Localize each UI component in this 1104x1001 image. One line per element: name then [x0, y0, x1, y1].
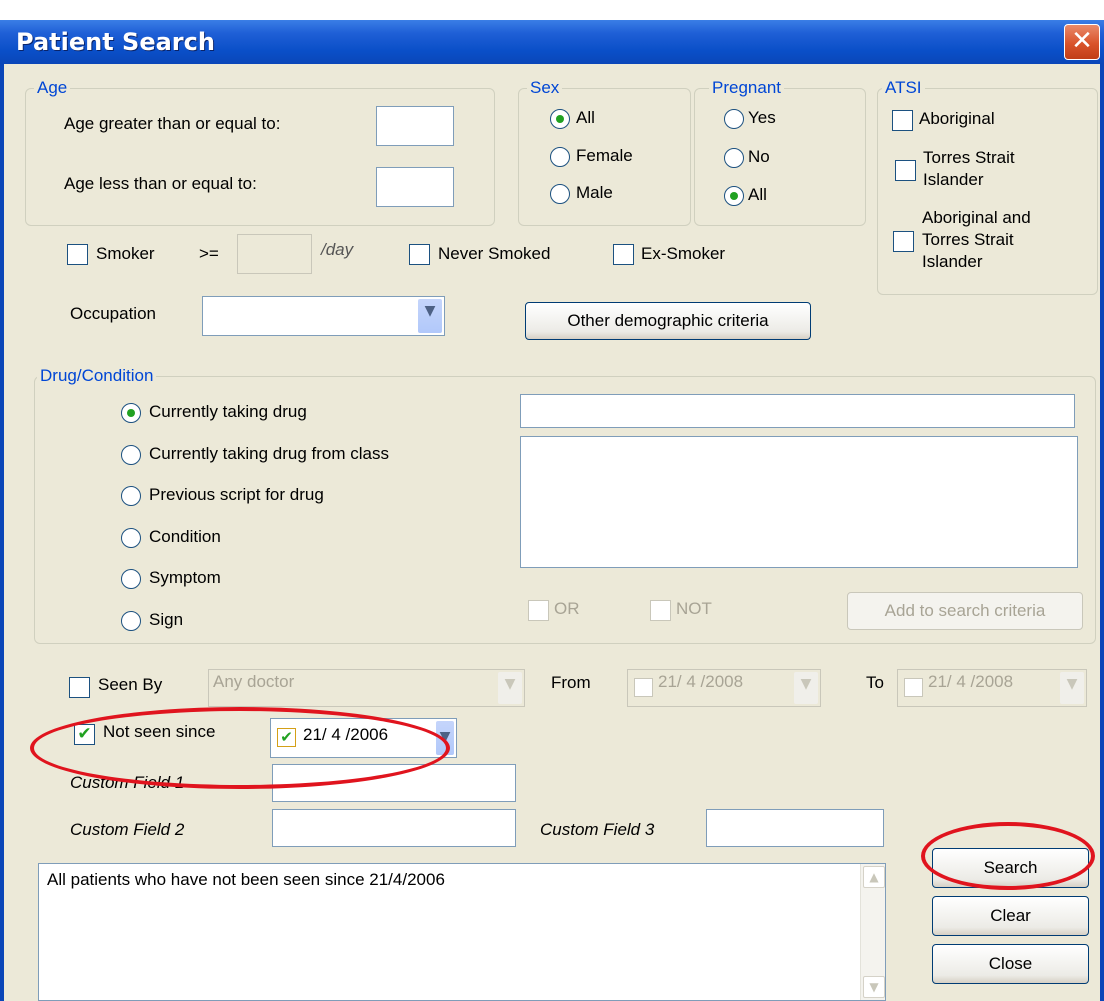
- chevron-down-icon[interactable]: ▼: [794, 672, 818, 704]
- or-checkbox[interactable]: [528, 600, 549, 621]
- atsi-aboriginal-checkbox[interactable]: [892, 110, 913, 131]
- seen-by-label: Seen By: [98, 675, 163, 694]
- summary-scrollbar[interactable]: ▲ ▼: [860, 864, 885, 1000]
- to-label: To: [866, 673, 884, 692]
- chevron-down-icon[interactable]: ▼: [418, 299, 442, 333]
- highlight-ring-search: [921, 822, 1095, 890]
- from-date-picker[interactable]: 21/ 4 /2008 ▼: [627, 669, 821, 707]
- pregnant-all-radio[interactable]: [724, 186, 744, 206]
- ex-smoker-checkbox[interactable]: [613, 244, 634, 265]
- to-date-picker[interactable]: 21/ 4 /2008 ▼: [897, 669, 1087, 707]
- search-summary-box[interactable]: All patients who have not been seen sinc…: [38, 863, 886, 1001]
- atsi-both-checkbox[interactable]: [893, 231, 914, 252]
- not-label: NOT: [676, 599, 712, 618]
- chevron-down-icon[interactable]: ▼: [498, 672, 522, 704]
- drug-class-radio[interactable]: [121, 445, 141, 465]
- dialog-body: Age Age greater than or equal to: Age le…: [0, 64, 1104, 1001]
- drug-current-label: Currently taking drug: [149, 402, 307, 421]
- scroll-up-icon[interactable]: ▲: [863, 866, 885, 888]
- atsi-torres-label-2: Islander: [923, 170, 984, 189]
- or-label: OR: [554, 599, 580, 618]
- pregnant-group-label: Pregnant: [709, 78, 784, 98]
- scroll-down-icon[interactable]: ▼: [863, 976, 885, 998]
- per-day-label: /day: [321, 240, 354, 259]
- to-date-value: 21/ 4 /2008: [928, 672, 1014, 691]
- seen-by-doctor-select[interactable]: Any doctor ▼: [208, 669, 525, 707]
- atsi-torres-label-1: Torres Strait: [923, 148, 1015, 167]
- not-checkbox[interactable]: [650, 600, 671, 621]
- sex-group-label: Sex: [527, 78, 563, 98]
- sex-male-radio[interactable]: [550, 184, 570, 204]
- clear-button[interactable]: Clear: [932, 896, 1089, 936]
- from-date-value: 21/ 4 /2008: [658, 672, 744, 691]
- title-bar: Patient Search ✕: [0, 20, 1104, 64]
- close-button[interactable]: Close: [932, 944, 1089, 984]
- seen-by-checkbox[interactable]: [69, 677, 90, 698]
- pregnant-all-label: All: [748, 185, 767, 204]
- smoker-checkbox[interactable]: [67, 244, 88, 265]
- pregnant-yes-label: Yes: [748, 108, 776, 127]
- drug-current-radio[interactable]: [121, 403, 141, 423]
- drug-previous-radio[interactable]: [121, 486, 141, 506]
- condition-radio[interactable]: [121, 528, 141, 548]
- search-summary-text: All patients who have not been seen sinc…: [47, 870, 445, 889]
- other-demographic-button[interactable]: Other demographic criteria: [525, 302, 811, 340]
- symptom-radio[interactable]: [121, 569, 141, 589]
- age-group-label: Age: [34, 78, 71, 98]
- cigarettes-per-day-input[interactable]: [237, 234, 312, 274]
- chevron-down-icon[interactable]: ▼: [1060, 672, 1084, 704]
- custom-field-3-label: Custom Field 3: [540, 820, 655, 839]
- sex-female-radio[interactable]: [550, 147, 570, 167]
- never-smoked-label: Never Smoked: [438, 244, 551, 263]
- seen-by-doctor-value: Any doctor: [213, 672, 295, 691]
- close-window-icon[interactable]: ✕: [1064, 24, 1100, 60]
- occupation-label: Occupation: [70, 304, 156, 323]
- smoker-label: Smoker: [96, 244, 155, 263]
- condition-label: Condition: [149, 527, 221, 546]
- add-to-search-criteria-button[interactable]: Add to search criteria: [847, 592, 1083, 630]
- window-title: Patient Search: [16, 28, 215, 56]
- drug-condition-label: Drug/Condition: [37, 366, 157, 386]
- age-lte-input[interactable]: [376, 167, 454, 207]
- sign-radio[interactable]: [121, 611, 141, 631]
- never-smoked-checkbox[interactable]: [409, 244, 430, 265]
- pregnant-no-radio[interactable]: [724, 148, 744, 168]
- atsi-aboriginal-label: Aboriginal: [919, 109, 995, 128]
- pregnant-yes-radio[interactable]: [724, 109, 744, 129]
- occupation-select[interactable]: ▼: [202, 296, 445, 336]
- sex-all-label: All: [576, 108, 595, 127]
- atsi-both-label-3: Islander: [922, 252, 983, 271]
- sex-all-radio[interactable]: [550, 109, 570, 129]
- age-gte-input[interactable]: [376, 106, 454, 146]
- custom-field-3-input[interactable]: [706, 809, 884, 847]
- from-date-checkbox[interactable]: [634, 678, 653, 697]
- atsi-both-label-1: Aboriginal and: [922, 208, 1031, 227]
- from-label: From: [551, 673, 591, 692]
- atsi-torres-checkbox[interactable]: [895, 160, 916, 181]
- highlight-ring-not-seen: [30, 707, 450, 789]
- smoker-gte-symbol: >=: [199, 244, 219, 263]
- age-lte-label: Age less than or equal to:: [64, 174, 257, 193]
- drug-search-input[interactable]: [520, 394, 1075, 428]
- ex-smoker-label: Ex-Smoker: [641, 244, 726, 263]
- sign-label: Sign: [149, 610, 184, 629]
- atsi-both-label-2: Torres Strait: [922, 230, 1014, 249]
- sex-male-label: Male: [576, 183, 613, 202]
- drug-previous-label: Previous script for drug: [149, 485, 324, 504]
- atsi-group-label: ATSI: [882, 78, 925, 98]
- drug-class-label: Currently taking drug from class: [149, 444, 389, 463]
- drug-results-list[interactable]: [520, 436, 1078, 568]
- custom-field-2-label: Custom Field 2: [70, 820, 185, 839]
- custom-field-2-input[interactable]: [272, 809, 516, 847]
- symptom-label: Symptom: [149, 568, 221, 587]
- pregnant-group: Pregnant: [694, 78, 866, 226]
- age-gte-label: Age greater than or equal to:: [64, 114, 281, 133]
- sex-female-label: Female: [576, 146, 633, 165]
- pregnant-no-label: No: [748, 147, 770, 166]
- to-date-checkbox[interactable]: [904, 678, 923, 697]
